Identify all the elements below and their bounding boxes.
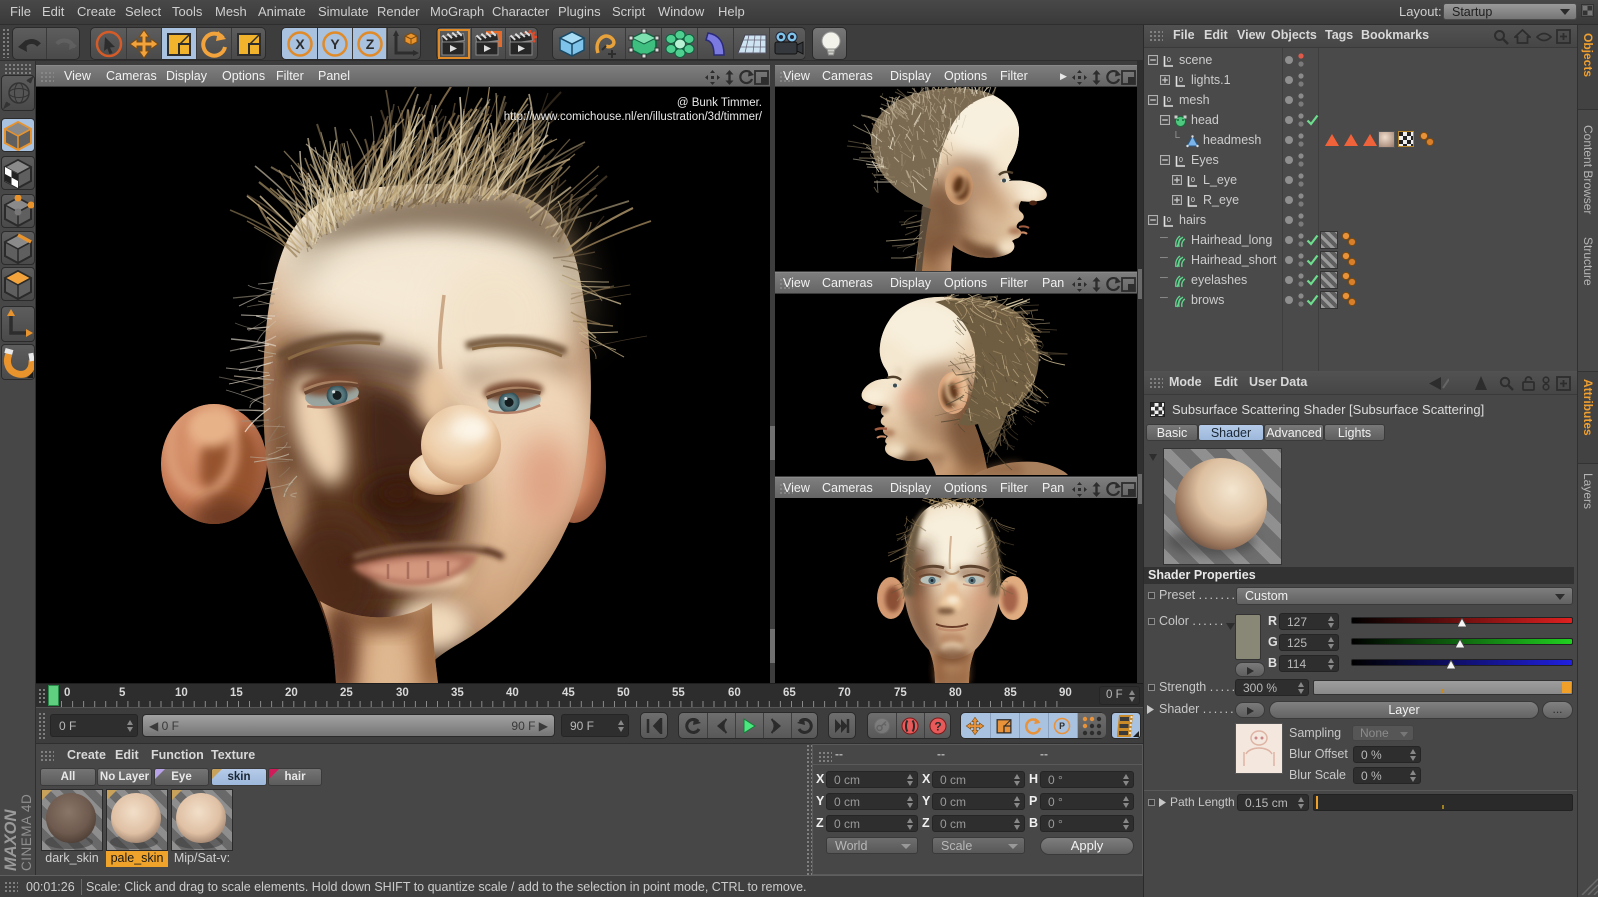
svg-text:50: 50 <box>617 687 630 699</box>
svg-text:35: 35 <box>451 687 464 699</box>
svg-text:45: 45 <box>562 687 575 699</box>
svg-text:P: P <box>1059 721 1065 731</box>
svg-text:25: 25 <box>340 687 353 699</box>
svg-text:65: 65 <box>783 687 796 699</box>
svg-text:X: X <box>295 36 305 52</box>
svg-text:60: 60 <box>728 687 741 699</box>
svg-text:70: 70 <box>838 687 851 699</box>
svg-text:55: 55 <box>672 687 685 699</box>
svg-text:0: 0 <box>64 687 70 699</box>
svg-text:Z: Z <box>366 36 375 52</box>
svg-text:?: ? <box>934 720 941 734</box>
svg-text:40: 40 <box>506 687 519 699</box>
svg-text:75: 75 <box>894 687 907 699</box>
svg-text:90: 90 <box>1059 687 1072 699</box>
svg-text:20: 20 <box>285 687 298 699</box>
svg-text:5: 5 <box>119 687 126 699</box>
svg-text:Y: Y <box>330 36 340 52</box>
svg-text:30: 30 <box>396 687 409 699</box>
svg-text:85: 85 <box>1004 687 1017 699</box>
svg-text:80: 80 <box>949 687 962 699</box>
svg-text:15: 15 <box>230 687 243 699</box>
svg-text:10: 10 <box>175 687 188 699</box>
